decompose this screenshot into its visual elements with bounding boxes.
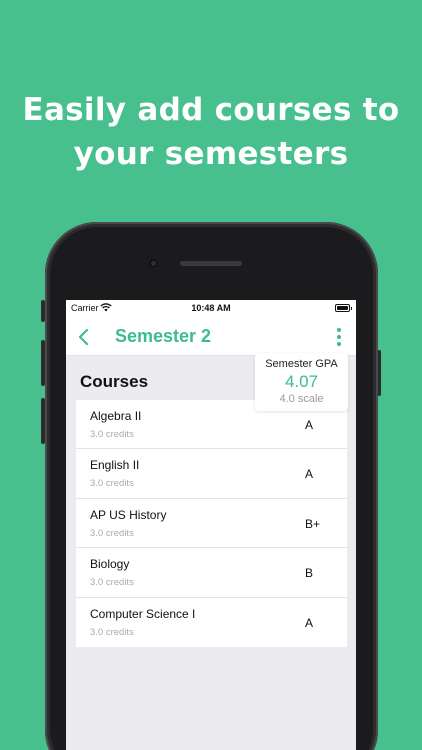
course-row[interactable]: Computer Science I 3.0 credits A xyxy=(76,598,347,647)
app-screen: Carrier 10:48 AM Semester 2 Courses Alge… xyxy=(66,300,356,750)
course-credits: 3.0 credits xyxy=(90,577,134,589)
course-name: AP US History xyxy=(90,507,167,522)
course-name: Biology xyxy=(90,557,130,572)
navigation-bar: Semester 2 xyxy=(66,316,356,356)
course-credits: 3.0 credits xyxy=(90,527,134,539)
course-credits: 3.0 credits xyxy=(90,626,134,638)
promo-headline-line2: your semesters xyxy=(73,136,349,172)
page-title: Semester 2 xyxy=(115,326,212,346)
course-row[interactable]: AP US History 3.0 credits B+ xyxy=(76,499,347,549)
course-row[interactable]: English II 3.0 credits A xyxy=(76,449,347,499)
course-grade: B+ xyxy=(305,516,321,531)
course-name: English II xyxy=(90,458,140,473)
course-credits: 3.0 credits xyxy=(90,429,134,440)
chevron-left-icon[interactable] xyxy=(76,328,90,346)
course-grade: A xyxy=(305,418,314,432)
promo-headline-line1: Easily add courses to xyxy=(22,92,400,128)
promo-headline: Easily add courses to your semesters xyxy=(0,88,422,176)
front-camera xyxy=(149,259,158,268)
more-vertical-icon[interactable] xyxy=(336,328,342,348)
gpa-label: Semester GPA xyxy=(265,358,338,370)
course-credits: 3.0 credits xyxy=(90,478,134,490)
course-list: Algebra II 3.0 credits A English II 3.0 … xyxy=(76,400,347,647)
course-grade: A xyxy=(305,467,314,482)
course-grade: B xyxy=(305,566,314,581)
course-name: Algebra II xyxy=(90,409,142,423)
semester-gpa-card: Semester GPA 4.07 4.0 scale xyxy=(255,353,348,411)
phone-frame: Carrier 10:48 AM Semester 2 Courses Alge… xyxy=(45,222,378,750)
gpa-value: 4.07 xyxy=(284,372,319,391)
status-bar: Carrier 10:48 AM xyxy=(66,300,356,316)
course-row[interactable]: Biology 3.0 credits B xyxy=(76,548,347,598)
course-name: Computer Science I xyxy=(90,606,196,621)
earpiece-speaker xyxy=(180,261,242,266)
gpa-scale: 4.0 scale xyxy=(279,393,324,405)
courses-heading: Courses xyxy=(80,372,149,391)
status-time: 10:48 AM xyxy=(191,303,231,313)
course-grade: A xyxy=(305,615,314,630)
battery-icon xyxy=(335,304,352,312)
